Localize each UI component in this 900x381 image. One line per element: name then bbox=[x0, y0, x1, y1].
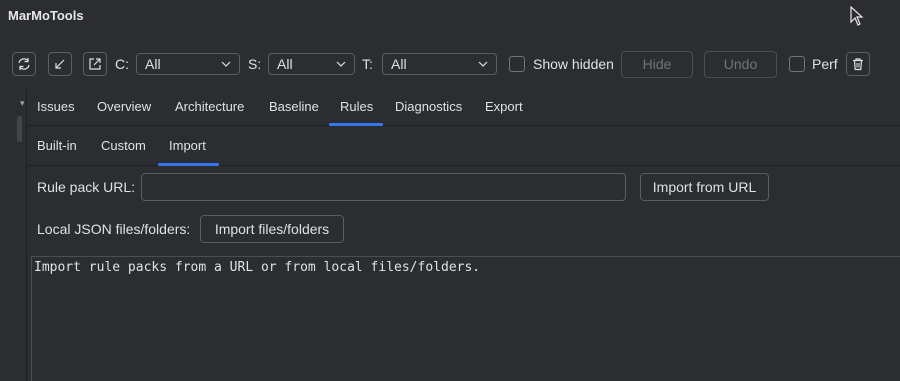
panel-toggle-icon[interactable]: ▾ bbox=[20, 98, 25, 109]
app-title: MarMoTools bbox=[8, 8, 84, 23]
active-tab-indicator bbox=[329, 123, 383, 126]
chevron-down-icon bbox=[478, 61, 488, 67]
chevron-down-icon bbox=[221, 61, 231, 67]
rules-subtabs: Built-in Custom Import bbox=[28, 127, 900, 166]
import-from-url-button[interactable]: Import from URL bbox=[640, 173, 769, 201]
s-filter-select[interactable]: All bbox=[268, 53, 355, 75]
tab-issues[interactable]: Issues bbox=[37, 99, 75, 114]
active-subtab-indicator bbox=[158, 163, 219, 166]
subtab-custom[interactable]: Custom bbox=[101, 138, 146, 153]
t-filter-label: T: bbox=[362, 56, 373, 72]
collapse-button[interactable] bbox=[48, 52, 72, 76]
mouse-cursor-icon bbox=[850, 6, 864, 26]
c-filter-label: C: bbox=[115, 56, 129, 72]
perf-checkbox[interactable] bbox=[789, 56, 805, 72]
import-output-area[interactable]: Import rule packs from a URL or from loc… bbox=[31, 256, 900, 381]
subtab-import[interactable]: Import bbox=[169, 138, 206, 153]
show-hidden-label: Show hidden bbox=[533, 56, 614, 72]
expand-button[interactable] bbox=[83, 52, 107, 76]
perf-label: Perf bbox=[812, 56, 838, 72]
import-files-button[interactable]: Import files/folders bbox=[200, 215, 344, 243]
title-bar: MarMoTools bbox=[0, 0, 900, 34]
tab-export[interactable]: Export bbox=[485, 99, 523, 114]
s-filter-value: All bbox=[277, 56, 293, 72]
toolbar: C: All S: All T: All Show hidden Hide Un… bbox=[0, 48, 900, 80]
main-tabs: Issues Overview Architecture Baseline Ru… bbox=[28, 88, 900, 126]
import-output-text: Import rule packs from a URL or from loc… bbox=[34, 260, 481, 275]
tab-architecture[interactable]: Architecture bbox=[175, 99, 244, 114]
tab-overview[interactable]: Overview bbox=[97, 99, 151, 114]
tab-baseline[interactable]: Baseline bbox=[269, 99, 319, 114]
c-filter-select[interactable]: All bbox=[136, 53, 240, 75]
s-filter-label: S: bbox=[248, 56, 262, 72]
refresh-button[interactable] bbox=[12, 52, 36, 76]
undo-button[interactable]: Undo bbox=[704, 51, 777, 78]
subtab-built-in[interactable]: Built-in bbox=[37, 138, 77, 153]
hide-button[interactable]: Hide bbox=[621, 51, 693, 78]
collapse-icon bbox=[55, 59, 65, 69]
expand-icon bbox=[89, 58, 101, 70]
clear-button[interactable] bbox=[846, 52, 870, 76]
left-panel-strip: ▾ bbox=[0, 88, 27, 381]
splitter-handle[interactable] bbox=[17, 116, 22, 142]
show-hidden-checkbox[interactable] bbox=[509, 56, 525, 72]
c-filter-value: All bbox=[145, 56, 161, 72]
tab-rules[interactable]: Rules bbox=[340, 99, 373, 114]
rule-pack-url-input[interactable] bbox=[141, 173, 626, 201]
local-json-label: Local JSON files/folders: bbox=[37, 221, 191, 237]
rule-pack-url-label: Rule pack URL: bbox=[37, 179, 136, 195]
t-filter-select[interactable]: All bbox=[382, 53, 497, 75]
chevron-down-icon bbox=[336, 61, 346, 67]
trash-icon bbox=[853, 58, 863, 71]
tab-diagnostics[interactable]: Diagnostics bbox=[395, 99, 462, 114]
refresh-icon bbox=[18, 58, 30, 70]
t-filter-value: All bbox=[391, 56, 407, 72]
